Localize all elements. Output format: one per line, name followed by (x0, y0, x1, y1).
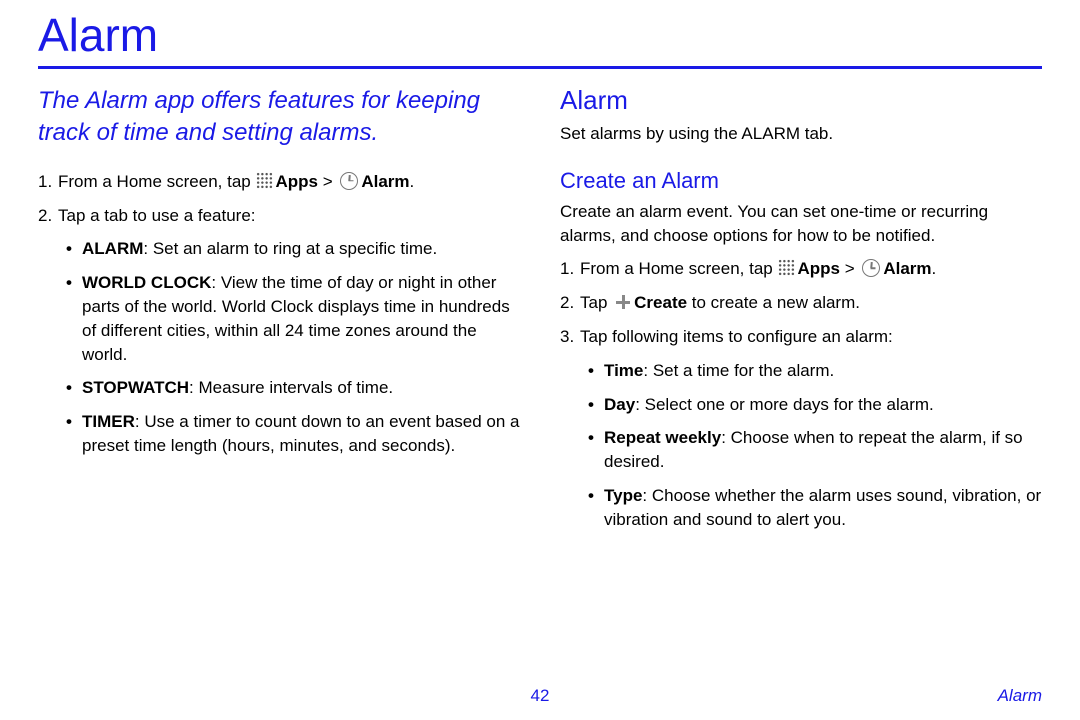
gt-sep: > (318, 172, 337, 191)
text: . (410, 172, 415, 191)
gt-sep: > (840, 259, 859, 278)
label-bold: ALARM (82, 239, 143, 258)
tab-stopwatch-item: STOPWATCH: Measure intervals of time. (82, 376, 520, 400)
tab-alarm-item: ALARM: Set an alarm to ring at a specifi… (82, 237, 520, 261)
alarm-label-bold: Alarm (361, 172, 409, 191)
apps-label-bold: Apps (275, 172, 318, 191)
page-number: 42 (0, 686, 1080, 706)
alarm-icon (340, 172, 358, 190)
label-bold: TIMER (82, 412, 135, 431)
section-h2-alarm: Alarm (560, 85, 1042, 116)
text: : Select one or more days for the alarm. (635, 395, 934, 414)
page-root: Alarm The Alarm app offers features for … (0, 0, 1080, 720)
alarm-icon (862, 259, 880, 277)
label-bold: Repeat weekly (604, 428, 721, 447)
text: Tap a tab to use a feature: (58, 206, 256, 225)
apps-icon (256, 172, 273, 189)
text: : Set a time for the alarm. (643, 361, 834, 380)
intro-text: The Alarm app offers features for keepin… (38, 85, 520, 150)
config-repeat-item: Repeat weekly: Choose when to repeat the… (604, 426, 1042, 474)
text: : Use a timer to count down to an event … (82, 412, 520, 455)
config-type-item: Type: Choose whether the alarm uses soun… (604, 484, 1042, 532)
alarm-label-bold: Alarm (883, 259, 931, 278)
text: . (932, 259, 937, 278)
page-title: Alarm (38, 8, 1042, 69)
text: to create a new alarm. (687, 293, 860, 312)
plus-icon (615, 294, 631, 310)
alarm-desc: Set alarms by using the ALARM tab. (560, 122, 1042, 146)
create-step-3: Tap following items to configure an alar… (580, 325, 1042, 532)
apps-label-bold: Apps (797, 259, 840, 278)
page-footer: 42 Alarm (0, 686, 1080, 706)
label-bold: Type (604, 486, 642, 505)
create-label-bold: Create (634, 293, 687, 312)
config-time-item: Time: Set a time for the alarm. (604, 359, 1042, 383)
text: Tap (580, 293, 612, 312)
right-column: Alarm Set alarms by using the ALARM tab.… (560, 85, 1042, 542)
apps-icon (778, 259, 795, 276)
label-bold: Day (604, 395, 635, 414)
create-alarm-desc: Create an alarm event. You can set one-t… (560, 200, 1042, 248)
create-steps-list: From a Home screen, tap Apps > Alarm. Ta… (560, 257, 1042, 531)
content-columns: The Alarm app offers features for keepin… (38, 85, 1042, 542)
tabs-bullet-list: ALARM: Set an alarm to ring at a specifi… (58, 237, 520, 457)
config-bullet-list: Time: Set a time for the alarm. Day: Sel… (580, 359, 1042, 532)
text: : Set an alarm to ring at a specific tim… (143, 239, 437, 258)
section-h3-create-alarm: Create an Alarm (560, 168, 1042, 194)
label-bold: WORLD CLOCK (82, 273, 211, 292)
text: Tap following items to configure an alar… (580, 327, 893, 346)
config-day-item: Day: Select one or more days for the ala… (604, 393, 1042, 417)
text: From a Home screen, tap (58, 172, 255, 191)
text: : Measure intervals of time. (189, 378, 393, 397)
create-step-2: Tap Create to create a new alarm. (580, 291, 1042, 315)
text: From a Home screen, tap (580, 259, 777, 278)
intro-step-1: From a Home screen, tap Apps > Alarm. (58, 170, 520, 194)
tab-timer-item: TIMER: Use a timer to count down to an e… (82, 410, 520, 458)
label-bold: STOPWATCH (82, 378, 189, 397)
intro-steps-list: From a Home screen, tap Apps > Alarm. Ta… (38, 170, 520, 458)
create-step-1: From a Home screen, tap Apps > Alarm. (580, 257, 1042, 281)
label-bold: Time (604, 361, 643, 380)
tab-worldclock-item: WORLD CLOCK: View the time of day or nig… (82, 271, 520, 366)
left-column: The Alarm app offers features for keepin… (38, 85, 520, 542)
text: : Choose whether the alarm uses sound, v… (604, 486, 1041, 529)
intro-step-2: Tap a tab to use a feature: ALARM: Set a… (58, 204, 520, 458)
